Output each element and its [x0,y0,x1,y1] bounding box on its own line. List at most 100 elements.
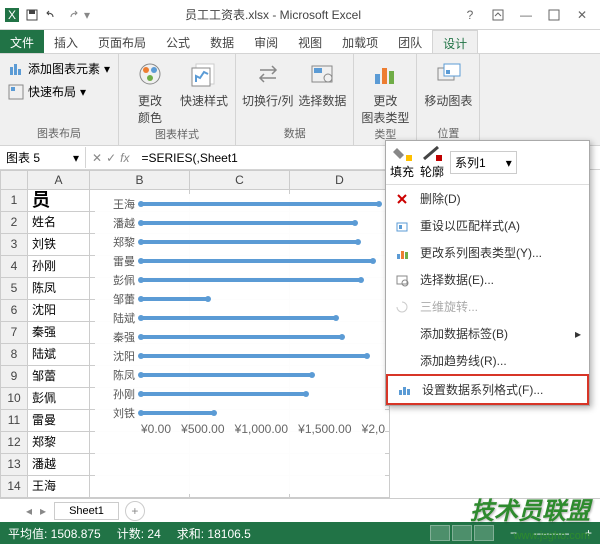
chart-bar[interactable] [141,240,358,244]
page-layout-view-button[interactable] [452,525,472,541]
column-header[interactable]: A [28,170,90,190]
cell[interactable]: 员 [28,190,90,212]
chart-bar-row[interactable]: 彭佩 [95,270,385,289]
name-box[interactable]: 图表 5▾ [0,147,86,168]
tab-data[interactable]: 数据 [200,30,244,53]
qat-dropdown-icon[interactable]: ▾ [84,8,90,22]
context-menu-item[interactable]: 添加趋势线(R)... [386,347,589,374]
sheet-tab-active[interactable]: Sheet1 [54,502,119,520]
normal-view-button[interactable] [430,525,450,541]
series-dropdown[interactable]: 系列1▾ [450,151,517,174]
cell[interactable]: 郑黎 [28,432,90,454]
tab-insert[interactable]: 插入 [44,30,88,53]
embedded-chart[interactable]: 王海潘越郑黎雷曼彭佩邹蕾陆斌秦强沈阳陈凤孙刚刘铁 ¥0.00¥500.00¥1,… [95,194,385,494]
cell[interactable]: 秦强 [28,322,90,344]
quick-style-button[interactable]: 快速样式 [179,58,229,109]
add-sheet-button[interactable]: + [125,501,145,521]
row-header[interactable]: 7 [0,322,28,344]
chart-bar[interactable] [141,411,214,415]
row-header[interactable]: 1 [0,190,28,212]
excel-icon[interactable]: X [4,7,20,23]
redo-icon[interactable] [64,7,80,23]
tab-page-layout[interactable]: 页面布局 [88,30,156,53]
row-header[interactable]: 6 [0,300,28,322]
maximize-icon[interactable] [544,5,564,25]
row-header[interactable]: 2 [0,212,28,234]
select-all-button[interactable] [0,170,28,190]
cell[interactable]: 彭佩 [28,388,90,410]
chart-bar[interactable] [141,392,306,396]
chart-bar[interactable] [141,202,379,206]
tab-addins[interactable]: 加载项 [332,30,388,53]
sheet-nav-next-icon[interactable]: ▸ [40,504,46,518]
row-header[interactable]: 13 [0,454,28,476]
row-header[interactable]: 11 [0,410,28,432]
tab-design[interactable]: 设计 [432,30,478,53]
cell[interactable]: 雷曼 [28,410,90,432]
chart-bar[interactable] [141,316,336,320]
chart-bar-row[interactable]: 秦强 [95,327,385,346]
select-data-button[interactable]: 选择数据 [297,58,347,109]
cell[interactable]: 王海 [28,476,90,498]
cell[interactable]: 陈凤 [28,278,90,300]
chart-bar-row[interactable]: 沈阳 [95,346,385,365]
row-header[interactable]: 9 [0,366,28,388]
change-chart-type-button[interactable]: 更改 图表类型 [360,58,410,126]
chart-bar[interactable] [141,259,373,263]
row-header[interactable]: 10 [0,388,28,410]
row-header[interactable]: 4 [0,256,28,278]
context-menu-item[interactable]: 选择数据(E)... [386,266,589,293]
add-chart-element-button[interactable]: 添加图表元素▾ [6,58,112,79]
chart-bar[interactable] [141,335,342,339]
column-header[interactable]: D [290,170,390,190]
change-colors-button[interactable]: 更改 颜色 [125,58,175,126]
row-header[interactable]: 12 [0,432,28,454]
chart-bar[interactable] [141,373,312,377]
context-menu-item[interactable]: 添加数据标签(B)▸ [386,320,589,347]
row-header[interactable]: 14 [0,476,28,498]
save-icon[interactable] [24,7,40,23]
context-menu-item[interactable]: 删除(D) [386,185,589,212]
undo-icon[interactable] [44,7,60,23]
switch-row-col-button[interactable]: 切换行/列 [242,58,293,109]
minimize-icon[interactable]: — [516,5,536,25]
row-header[interactable]: 3 [0,234,28,256]
move-chart-button[interactable]: 移动图表 [423,58,473,109]
cancel-formula-icon[interactable]: ✕ [92,151,102,165]
cell[interactable]: 刘铁 [28,234,90,256]
row-header[interactable]: 5 [0,278,28,300]
ribbon-toggle-icon[interactable] [488,5,508,25]
tab-review[interactable]: 审阅 [244,30,288,53]
chart-bar-row[interactable]: 雷曼 [95,251,385,270]
cell[interactable]: 姓名 [28,212,90,234]
chart-bar-row[interactable]: 王海 [95,194,385,213]
chart-bar[interactable] [141,354,367,358]
chart-bar-row[interactable]: 陈凤 [95,365,385,384]
chevron-down-icon[interactable]: ▾ [73,151,79,165]
page-break-view-button[interactable] [474,525,494,541]
chart-bar[interactable] [141,278,361,282]
tab-file[interactable]: 文件 [0,30,44,53]
chart-bar-row[interactable]: 刘铁 [95,403,385,422]
context-menu-item[interactable]: 重设以匹配样式(A) [386,212,589,239]
column-header[interactable]: C [190,170,290,190]
column-header[interactable]: B [90,170,190,190]
row-header[interactable]: 8 [0,344,28,366]
chart-bar-row[interactable]: 陆斌 [95,308,385,327]
cell[interactable]: 陆斌 [28,344,90,366]
tab-formulas[interactable]: 公式 [156,30,200,53]
cell[interactable]: 邹蕾 [28,366,90,388]
context-menu-item[interactable]: 设置数据系列格式(F)... [386,374,589,405]
tab-view[interactable]: 视图 [288,30,332,53]
chart-bar-row[interactable]: 潘越 [95,213,385,232]
chart-bar[interactable] [141,221,355,225]
confirm-formula-icon[interactable]: ✓ [106,151,116,165]
chart-bar-row[interactable]: 邹蕾 [95,289,385,308]
cell[interactable]: 沈阳 [28,300,90,322]
help-icon[interactable]: ? [460,5,480,25]
close-icon[interactable]: ✕ [572,5,592,25]
tab-team[interactable]: 团队 [388,30,432,53]
chart-bar-row[interactable]: 孙刚 [95,384,385,403]
fill-button[interactable]: 填充 [390,145,414,180]
outline-button[interactable]: 轮廓 [420,145,444,180]
